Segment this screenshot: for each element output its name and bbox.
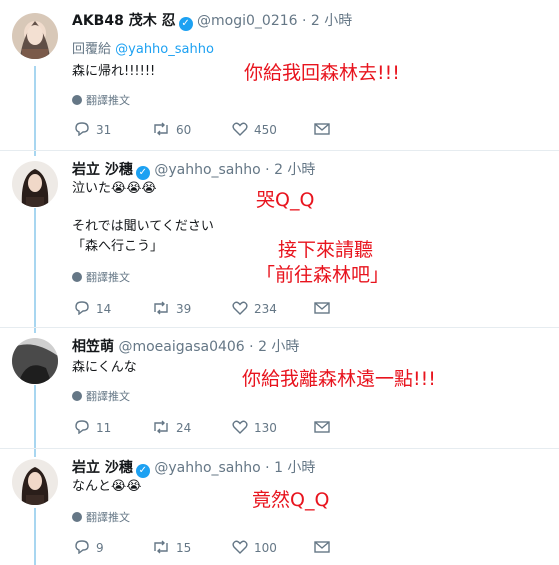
tweet-text: 森にくんな [72,360,137,375]
retweet-count: 60 [176,123,192,137]
retweet-icon [154,122,168,136]
separator-dot: · [249,339,254,355]
author-handle[interactable]: @yahho_sahho [154,162,260,178]
reply-button[interactable]: 9 [74,540,104,555]
avatar[interactable] [12,459,58,505]
reply-count: 11 [96,421,112,435]
message-button[interactable] [314,122,336,137]
heart-icon [232,420,248,434]
author-handle[interactable]: @moeaigasa0406 [118,339,244,355]
retweet-count: 15 [176,541,192,555]
envelope-icon [314,541,330,553]
message-button[interactable] [314,301,336,316]
tweet-text-line: それでは聞いてください [72,219,214,234]
retweet-button[interactable]: 60 [152,122,191,137]
avatar[interactable] [12,161,58,207]
reply-icon [75,122,89,136]
reply-button[interactable]: 31 [74,122,111,137]
reply-button[interactable]: 14 [74,301,111,316]
reply-button[interactable]: 11 [74,420,111,435]
like-count: 130 [254,421,277,435]
reply-label: 回覆給 [72,42,112,57]
globe-icon [72,512,82,522]
heart-icon [232,122,248,136]
reply-mention-link[interactable]: @yahho_sahho [115,42,214,57]
envelope-icon [314,421,330,433]
tweet-text: なんと😭😭 [72,479,142,494]
verified-icon: ✓ [178,17,193,31]
translate-link[interactable]: 翻譯推文 [72,388,130,404]
author-name[interactable]: AKB48 茂木 忍 [72,13,176,29]
like-count: 234 [254,302,277,316]
avatar[interactable] [12,338,58,384]
author-handle[interactable]: @yahho_sahho [154,460,260,476]
translate-label: 翻譯推文 [86,94,130,107]
tweet-text: 森に帰れ!!!!!! [72,64,156,79]
separator-dot: · [265,162,270,178]
retweet-icon [154,540,168,554]
author-name[interactable]: 相笠萌 [72,339,114,355]
retweet-button[interactable]: 24 [152,420,191,435]
translate-label: 翻譯推文 [86,390,130,403]
tweet[interactable]: 岩立 沙穗 ✓ @yahho_sahho · 1 小時 なんと😭😭 翻譯推文 9 … [0,449,559,565]
annotation: 哭Q_Q [256,189,315,211]
like-button[interactable]: 100 [232,540,277,555]
envelope-icon [314,123,330,135]
annotation-line: 接下來請聽 [278,239,374,261]
tweet-time[interactable]: 2 小時 [274,162,315,178]
globe-icon [72,391,82,401]
retweet-count: 24 [176,421,192,435]
heart-icon [232,540,248,554]
tweet[interactable]: 相笠萌 @moeaigasa0406 · 2 小時 森にくんな 翻譯推文 11 … [0,328,559,448]
verified-icon: ✓ [135,464,150,478]
envelope-icon [314,302,330,314]
tweet-time[interactable]: 2 小時 [258,339,299,355]
like-button[interactable]: 130 [232,420,277,435]
globe-icon [72,272,82,282]
like-button[interactable]: 450 [232,122,277,137]
author-name[interactable]: 岩立 沙穗 [72,162,133,178]
retweet-button[interactable]: 39 [152,301,191,316]
retweet-button[interactable]: 15 [152,540,191,555]
retweet-icon [154,420,168,434]
globe-icon [72,95,82,105]
author-name[interactable]: 岩立 沙穗 [72,460,133,476]
like-button[interactable]: 234 [232,301,277,316]
reply-count: 31 [96,123,112,137]
annotation: 竟然Q_Q [252,489,330,511]
separator-dot: · [265,460,270,476]
tweet[interactable]: 岩立 沙穗 ✓ @yahho_sahho · 2 小時 泣いた😭😭😭 それでは聞い… [0,151,559,327]
translate-label: 翻譯推文 [86,271,130,284]
separator-dot: · [302,13,307,29]
message-button[interactable] [314,420,336,435]
tweet-text-line: 「森へ行こう」 [72,239,164,254]
tweet-time[interactable]: 2 小時 [311,13,352,29]
tweet[interactable]: AKB48 茂木 忍 ✓ @mogi0_0216 · 2 小時 回覆給 @yahh… [0,0,559,150]
verified-icon: ✓ [135,166,150,180]
heart-icon [232,301,248,315]
like-count: 100 [254,541,277,555]
annotation: 你給我回森林去!!! [244,62,400,84]
reply-icon [75,301,89,315]
annotation-line: 「前往森林吧」 [256,264,390,286]
tweet-time[interactable]: 1 小時 [274,460,315,476]
avatar[interactable] [12,13,58,59]
message-button[interactable] [314,540,336,555]
translate-link[interactable]: 翻譯推文 [72,269,130,285]
annotation: 你給我離森林遠一點!!! [242,368,436,390]
author-handle[interactable]: @mogi0_0216 [197,13,298,29]
like-count: 450 [254,123,277,137]
reply-context: 回覆給 @yahho_sahho [72,38,214,57]
reply-icon [75,420,89,434]
translate-label: 翻譯推文 [86,511,130,524]
reply-count: 14 [96,302,112,316]
retweet-count: 39 [176,302,192,316]
reply-count: 9 [96,541,104,555]
retweet-icon [154,301,168,315]
translate-link[interactable]: 翻譯推文 [72,509,130,525]
tweet-text: 泣いた😭😭😭 [72,181,157,196]
reply-icon [75,540,89,554]
translate-link[interactable]: 翻譯推文 [72,92,130,108]
